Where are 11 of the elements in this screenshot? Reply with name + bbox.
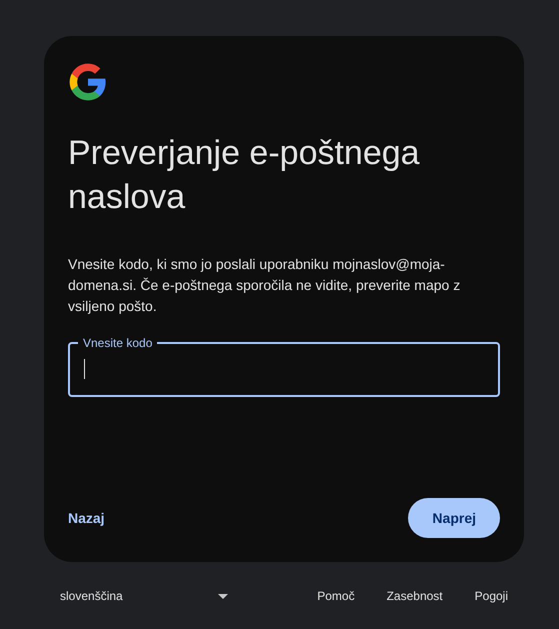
language-label: slovenščina (60, 589, 123, 603)
dropdown-arrow-icon (218, 594, 228, 598)
footer-link[interactable]: Pogoji (458, 589, 524, 603)
next-button[interactable]: Naprej (408, 498, 500, 538)
instruction-text: Vnesite kodo, ki smo jo poslali uporabniku mojnaslov@moja-domena.si. Če e-poštnega sporočila ne vidite, preverite mapo z vsiljeno pošto. (68, 255, 462, 316)
back-button[interactable]: Nazaj (68, 498, 105, 538)
google-logo-icon (68, 62, 108, 102)
page-title: Preverjanje e-poštnega naslova (68, 133, 421, 218)
language-selector[interactable]: slovenščina (44, 589, 228, 603)
footer-link[interactable]: Pomoč (301, 589, 371, 603)
footer-link[interactable]: Zasebnost (370, 589, 459, 603)
